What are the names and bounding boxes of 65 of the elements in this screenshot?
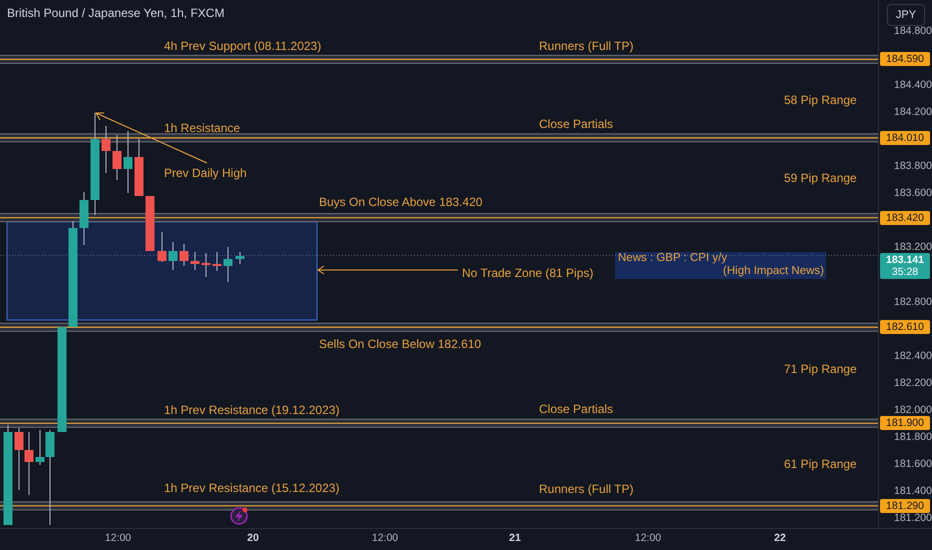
chart-label: Sells On Close Below 182.610 [319,336,482,352]
price-label: 182.400 [894,350,932,362]
candle [168,242,178,270]
price-tag: 181.900 [880,416,930,430]
lightning-icon[interactable] [230,507,248,525]
candle [24,432,34,496]
time-label: 21 [509,532,521,544]
price-tag: 183.420 [880,210,930,225]
price-label: 183.600 [894,187,932,200]
chart-label: Prev Daily High [164,165,247,181]
candle [236,252,244,264]
chart-label: 1h Prev Resistance (15.12.2023) [164,480,340,496]
chart-label: 1h Prev Resistance (19.12.2023) [164,402,340,418]
news-subtitle: (High Impact News) [723,265,825,278]
price-label: 181.400 [894,484,932,497]
chart-label: 1h Resistance [164,120,240,136]
chart-title: British Pound / Japanese Yen, 1h, FXCM [7,6,224,20]
candle [124,130,132,194]
zone-label: No Trade Zone (81 Pips) [462,265,594,281]
price-label: 184.200 [894,106,932,118]
time-label: 20 [247,532,259,544]
price-label: 181.200 [894,512,932,524]
price-tag: 181.290 [880,498,930,513]
chart-label: Runners (Full TP) [539,481,634,497]
currency-button[interactable]: JPY [887,4,925,26]
price-label: 184.800 [894,25,932,37]
candle [14,428,24,490]
price-tag: 184.590 [880,52,930,66]
chart-label: Runners (Full TP) [539,38,634,54]
candle [102,126,110,174]
price-label: 181.800 [894,430,932,443]
price-label: 184.400 [894,79,932,92]
price-tag: 184.010 [880,130,930,145]
time-label: 12:00 [104,532,132,544]
chart-label: Close Partials [539,116,614,132]
price-label: 182.000 [894,404,932,416]
candle [202,252,210,278]
current-price: 183.141 [886,254,924,266]
news-title: News : GBP : CPI y/y [617,252,728,265]
candle [180,244,188,266]
price-tag: 182.610 [880,320,930,334]
candle [190,252,200,270]
chart-label: 71 Pip Range [784,361,857,377]
time-label: 22 [774,532,786,544]
candle [158,232,166,262]
time-label: 12:00 [634,532,662,544]
candle [146,196,154,252]
price-label: 183.800 [894,160,932,172]
chart-label: 58 Pip Range [784,92,857,108]
countdown: 35:28 [892,266,918,278]
price-label: 183.200 [894,241,932,254]
candle [224,246,232,282]
candle [212,252,222,272]
price-label: 182.800 [894,296,932,308]
candle [80,192,88,246]
chart-label: Buys On Close Above 183.420 [319,194,482,210]
price-label: 182.200 [894,376,932,389]
price-label: 181.600 [894,458,932,470]
time-label: 12:00 [372,532,398,544]
chart-label: 61 Pip Range [784,456,857,472]
chart-label: Close Partials [539,401,614,417]
candle [134,138,144,196]
candle [112,134,122,180]
chart-label: 4h Prev Support (08.11.2023) [164,38,322,54]
chart-label: 59 Pip Range [784,170,857,186]
